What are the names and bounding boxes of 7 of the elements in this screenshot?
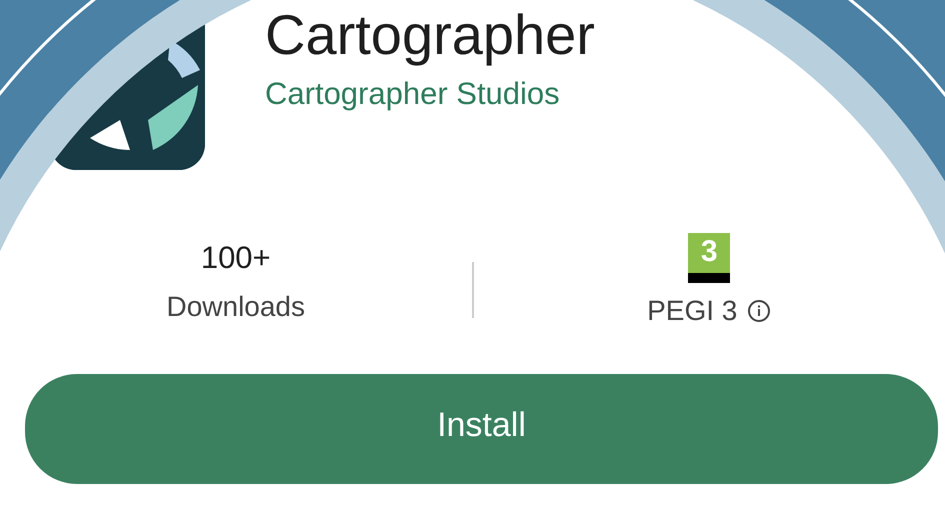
stat-label: PEGI 3 [647,295,738,327]
stat-label: Downloads [166,291,306,323]
download-count: 100+ [200,239,271,277]
developer-link[interactable]: Cartographer Studios [265,76,595,112]
install-button[interactable]: Install [25,374,938,484]
info-icon[interactable] [747,299,772,323]
app-title: Cartographer [265,2,595,68]
